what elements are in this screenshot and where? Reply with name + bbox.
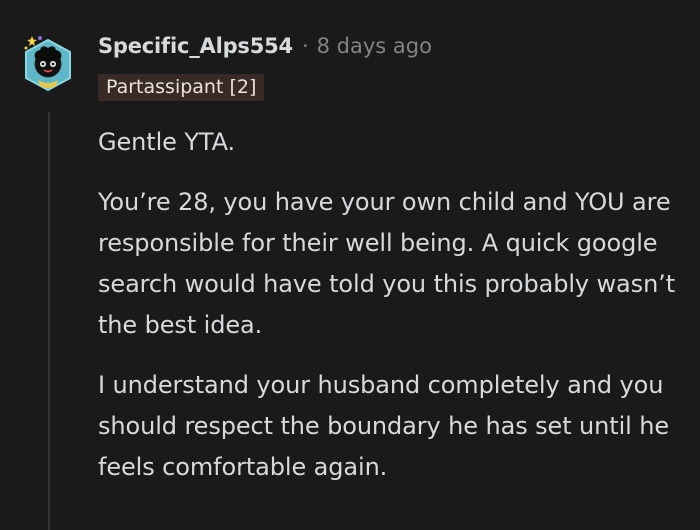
comment-header: Specific_Alps554 · 8 days ago [98,34,432,58]
comment-body: Gentle YTA. You’re 28, you have your own… [98,122,688,507]
user-avatar-icon[interactable] [22,34,74,94]
username-link[interactable]: Specific_Alps554 [98,34,293,58]
comment-paragraph: Gentle YTA. [98,128,236,156]
meta-separator: · [301,34,309,58]
comment-paragraph: I understand your husband completely and… [98,371,670,481]
comment-paragraph: You’re 28, you have your own child and Y… [98,188,676,339]
user-flair-badge: Partassipant [2] [98,74,265,101]
comment-timestamp[interactable]: 8 days ago [317,34,432,58]
thread-collapse-line[interactable] [48,112,50,530]
